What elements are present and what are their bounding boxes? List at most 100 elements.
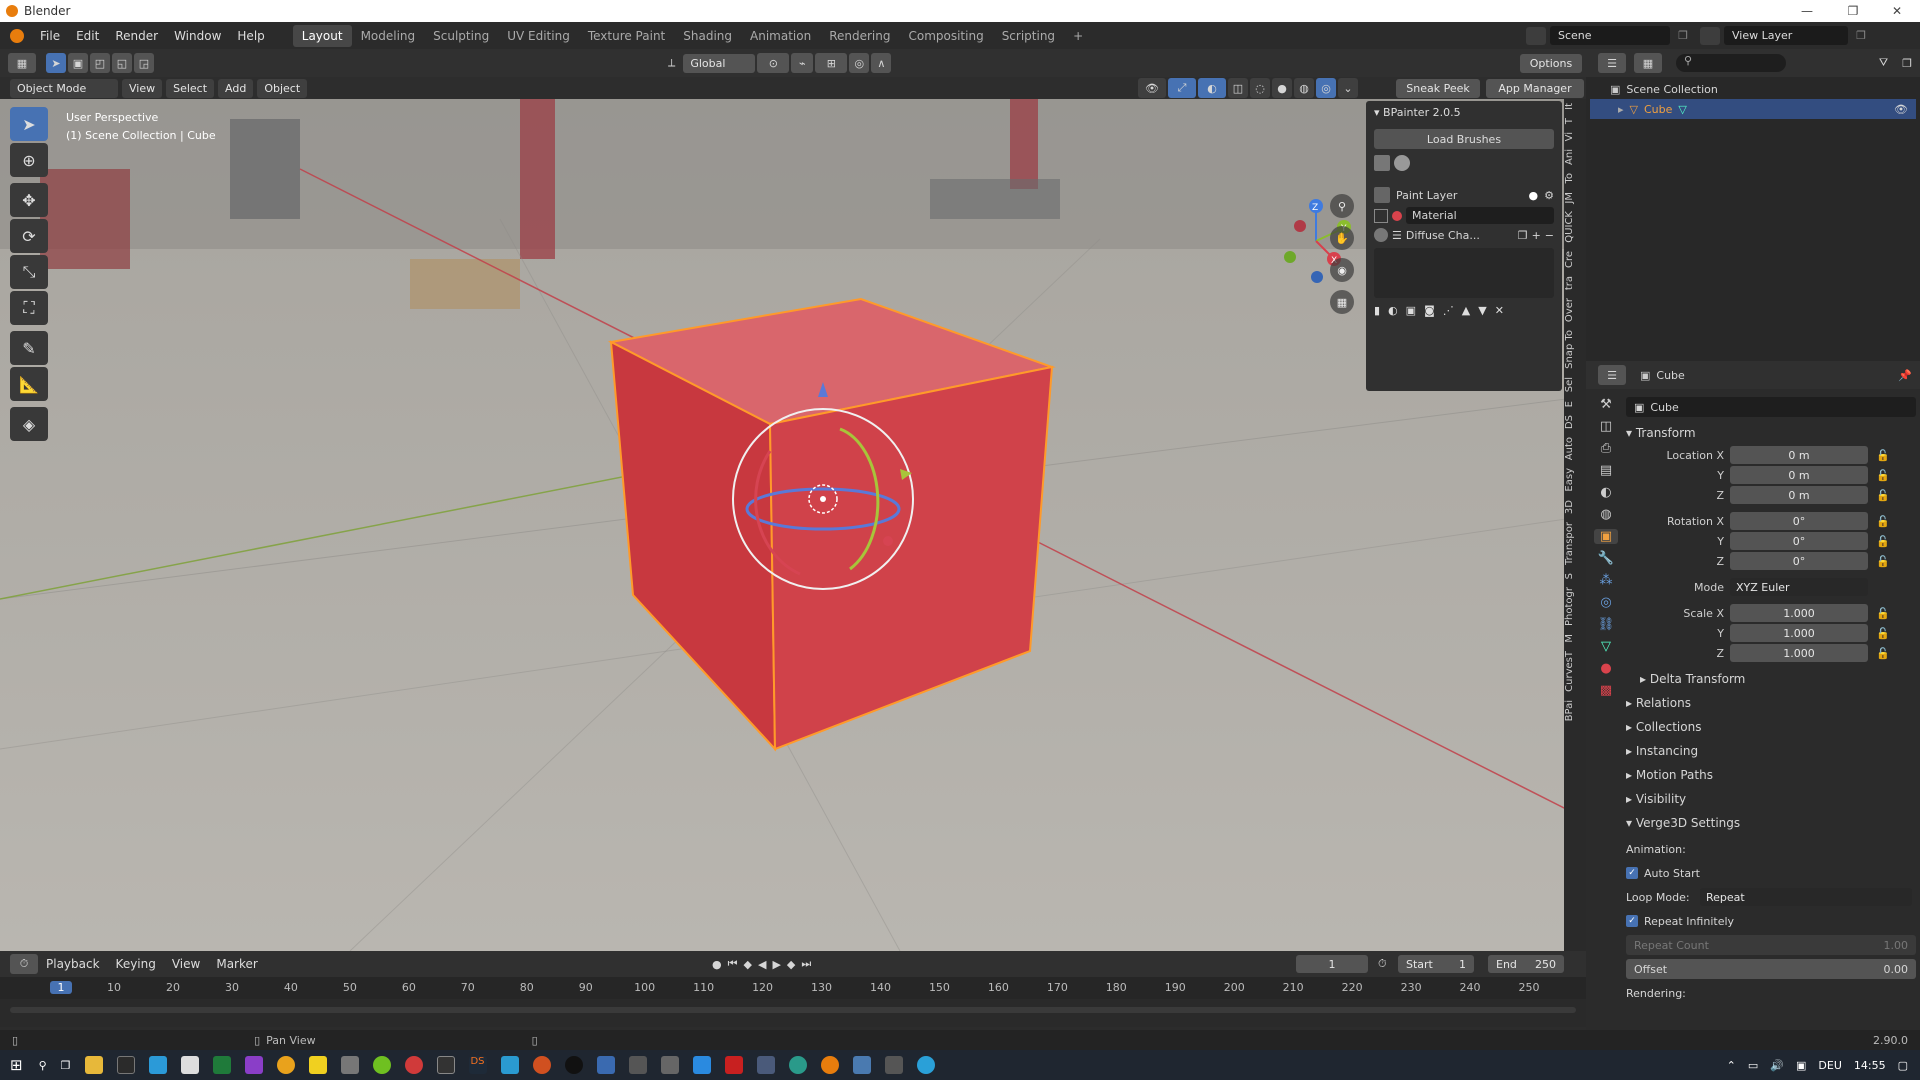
- app-icon-9[interactable]: [660, 1056, 679, 1074]
- tab-layout[interactable]: Layout: [292, 24, 352, 47]
- pin-icon[interactable]: 📌: [1898, 369, 1912, 382]
- layer-delete-icon[interactable]: ✕: [1495, 304, 1504, 317]
- sidebar-tab-20[interactable]: M: [1564, 630, 1575, 647]
- layer-list[interactable]: [1374, 248, 1554, 298]
- physics-tab-icon[interactable]: ◎: [1600, 595, 1611, 610]
- tab-uv-editing[interactable]: UV Editing: [498, 25, 579, 47]
- app-icon-10[interactable]: [692, 1056, 711, 1074]
- search-icon[interactable]: ⚲: [39, 1059, 47, 1072]
- rotation-x-field[interactable]: 0°: [1730, 512, 1868, 530]
- sidebar-tab-4[interactable]: To: [1564, 169, 1575, 188]
- location-z-field[interactable]: 0 m: [1730, 486, 1868, 504]
- tool-tab-icon[interactable]: ⚒: [1600, 397, 1612, 412]
- falloff-icon[interactable]: ∧: [871, 53, 892, 73]
- rendered-shading-icon[interactable]: ◎: [1316, 78, 1336, 98]
- sidebar-tab-10[interactable]: Snap To: [1564, 326, 1575, 373]
- outliner-item-cube[interactable]: ▸ ▽ Cube ▽ 👁: [1590, 99, 1916, 119]
- location-x-field[interactable]: 0 m: [1730, 446, 1868, 464]
- layer-mask-icon[interactable]: ◐: [1388, 304, 1398, 317]
- instancing-header[interactable]: ▸ Instancing: [1626, 739, 1916, 763]
- loop-mode-dropdown[interactable]: Repeat: [1700, 888, 1912, 906]
- app-icon-5[interactable]: [500, 1056, 519, 1074]
- battery-icon[interactable]: ▭: [1748, 1059, 1758, 1072]
- select-mode-extend-icon[interactable]: ◰: [90, 53, 110, 73]
- lock-icon[interactable]: 🔓: [1876, 647, 1890, 660]
- sidebar-tab-16[interactable]: 3D: [1564, 496, 1575, 518]
- visibility-header[interactable]: ▸ Visibility: [1626, 787, 1916, 811]
- app-icon-13[interactable]: [852, 1056, 871, 1074]
- zoom-icon[interactable]: ⚲: [1330, 194, 1354, 218]
- wireframe-shading-icon[interactable]: ◌: [1250, 78, 1270, 98]
- view-menu[interactable]: View: [122, 78, 163, 98]
- sidebar-tab-6[interactable]: QUICK: [1564, 207, 1575, 247]
- select-mode-new-icon[interactable]: ▣: [68, 53, 88, 73]
- cursor-tool-icon[interactable]: ⊕: [10, 143, 48, 177]
- outliner-scene-collection[interactable]: ▣ Scene Collection: [1586, 79, 1920, 99]
- terminal-icon[interactable]: [436, 1056, 455, 1074]
- app-icon-1[interactable]: [180, 1056, 199, 1074]
- pan-hand-icon[interactable]: ✋: [1330, 226, 1354, 250]
- edge-icon[interactable]: [916, 1056, 935, 1074]
- transform-orientation-dropdown[interactable]: Global: [683, 53, 756, 73]
- layer-down-icon[interactable]: ▼: [1478, 304, 1486, 317]
- select-mode-invert-icon[interactable]: ◲: [134, 53, 154, 73]
- rotate-tool-icon[interactable]: ⟳: [10, 219, 48, 253]
- select-box-tool-icon[interactable]: ➤: [46, 53, 66, 73]
- ortho-grid-icon[interactable]: ▦: [1330, 290, 1354, 314]
- timeline-editor-type-icon[interactable]: ⏱: [10, 954, 38, 974]
- select-menu[interactable]: Select: [166, 78, 215, 98]
- record-icon[interactable]: ●: [712, 958, 722, 971]
- sidebar-tab-11[interactable]: Sel: [1564, 373, 1575, 396]
- layer-new-icon[interactable]: ▮: [1374, 304, 1380, 317]
- move-tool-icon[interactable]: ✥: [10, 183, 48, 217]
- visibility-toggle-icon[interactable]: 👁: [1138, 78, 1166, 98]
- lock-icon[interactable]: 🔓: [1876, 627, 1890, 640]
- scale-z-field[interactable]: 1.000: [1730, 644, 1868, 662]
- timeline-scrollbar[interactable]: [10, 1007, 1576, 1013]
- snap-toggle-icon[interactable]: ⌁: [791, 53, 814, 73]
- select-tool-icon[interactable]: ➤: [10, 107, 48, 141]
- scene-field[interactable]: Scene: [1550, 26, 1670, 45]
- repeat-infinitely-checkbox[interactable]: ✓: [1626, 915, 1638, 927]
- app-manager-button[interactable]: App Manager: [1486, 78, 1584, 98]
- new-scene-icon[interactable]: ❐: [1670, 29, 1696, 42]
- play-icon[interactable]: ▶: [772, 958, 780, 971]
- shading-options-icon[interactable]: ⌄: [1338, 78, 1358, 98]
- excel-icon[interactable]: [212, 1056, 231, 1074]
- world-tab-icon[interactable]: ◍: [1600, 507, 1611, 522]
- layer-settings-gear-icon[interactable]: ⚙: [1544, 189, 1554, 202]
- sidebar-tab-13[interactable]: DS: [1564, 411, 1575, 433]
- sidebar-tab-8[interactable]: tra: [1564, 272, 1575, 294]
- scene-tab-icon[interactable]: ◐: [1600, 485, 1611, 500]
- tab-animation[interactable]: Animation: [741, 25, 820, 47]
- store-icon[interactable]: [116, 1056, 135, 1074]
- brush-grid-icon[interactable]: [1374, 155, 1390, 171]
- network-icon[interactable]: ▣: [1796, 1059, 1806, 1072]
- sidebar-tab-14[interactable]: Auto: [1564, 433, 1575, 464]
- view-layer-field[interactable]: View Layer: [1724, 26, 1848, 45]
- layer-merge-icon[interactable]: ⋰: [1443, 304, 1454, 317]
- app-icon-12[interactable]: [788, 1056, 807, 1074]
- repeat-count-field[interactable]: Repeat Count 1.00: [1626, 935, 1916, 955]
- menu-file[interactable]: File: [32, 29, 68, 43]
- options-dropdown[interactable]: Options: [1520, 53, 1582, 73]
- hide-eye-icon[interactable]: 👁: [1894, 103, 1908, 116]
- app-icon-4[interactable]: [404, 1056, 423, 1074]
- material-checkbox[interactable]: [1374, 208, 1388, 223]
- relations-header[interactable]: ▸ Relations: [1626, 691, 1916, 715]
- sidebar-tab-15[interactable]: Easy: [1564, 464, 1575, 496]
- task-view-icon[interactable]: ❐: [61, 1059, 71, 1072]
- load-brushes-button[interactable]: Load Brushes: [1374, 129, 1554, 149]
- app-icon-14[interactable]: [884, 1056, 903, 1074]
- auto-start-checkbox[interactable]: ✓: [1626, 867, 1638, 879]
- data-tab-icon[interactable]: ▽: [1601, 639, 1611, 654]
- object-name-field[interactable]: ▣ Cube: [1626, 397, 1916, 417]
- layer-image-icon[interactable]: ▣: [1406, 304, 1416, 317]
- rotation-y-field[interactable]: 0°: [1730, 532, 1868, 550]
- tab-rendering[interactable]: Rendering: [820, 25, 899, 47]
- frame-ruler[interactable]: 1 10 20 30 40 50 60 70 80 90 100 110 120 130 140 150 160…: [0, 977, 1586, 999]
- add-cube-tool-icon[interactable]: ◈: [10, 407, 48, 441]
- properties-editor-type-icon[interactable]: ☰: [1598, 365, 1626, 385]
- 3d-viewport[interactable]: Z Y X User Perspective (1) Scene Collect…: [0, 99, 1566, 951]
- motion-paths-header[interactable]: ▸ Motion Paths: [1626, 763, 1916, 787]
